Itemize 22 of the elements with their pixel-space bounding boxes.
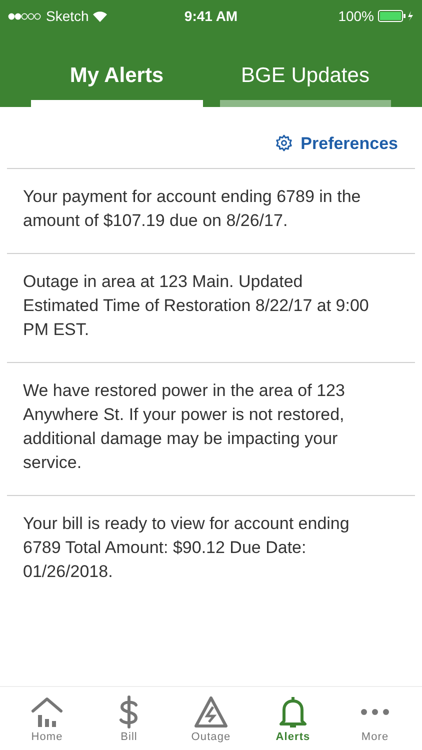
- alert-message: Outage in area at 123 Main. Updated Estimated Time of Restoration 8/22/17 at 9:00 PM EST.: [23, 271, 370, 341]
- warning-bolt-icon: [194, 695, 228, 729]
- alert-message: Your payment for account ending 6789 in the amount of $107.19 due on 8/26/17.: [23, 186, 362, 232]
- battery-percent: 100%: [338, 6, 374, 26]
- tab-bar-item[interactable]: More: [347, 695, 403, 750]
- signal-icon: [8, 12, 42, 20]
- tab-bar-item[interactable]: Home: [19, 695, 75, 750]
- carrier-name: Sketch: [46, 6, 89, 26]
- settings-icon: [274, 134, 293, 152]
- status-time: 9:41 AM: [184, 6, 238, 26]
- tab[interactable]: BGE Updates: [220, 60, 391, 106]
- alert-message: We have restored power in the area of 123 Anywhere St. If your power is not restored, additional damage may be impacting your service.: [23, 380, 346, 474]
- battery-charging-icon: [378, 10, 414, 22]
- wifi-icon: [92, 10, 107, 22]
- alert-message: Your bill is ready to view for account ending 6789 Total Amount: $90.12 Due Date: 01/26/2018.: [23, 513, 350, 583]
- tab-bar-item[interactable]: Outage: [183, 695, 239, 750]
- tab[interactable]: My Alerts: [31, 60, 202, 106]
- preferences-link[interactable]: Preferences: [274, 130, 398, 156]
- tab-bar-item[interactable]: Bill: [101, 695, 157, 750]
- house-icon: [30, 695, 64, 729]
- more-icon: [360, 709, 390, 715]
- tab-bar-item[interactable]: Alerts: [265, 695, 321, 750]
